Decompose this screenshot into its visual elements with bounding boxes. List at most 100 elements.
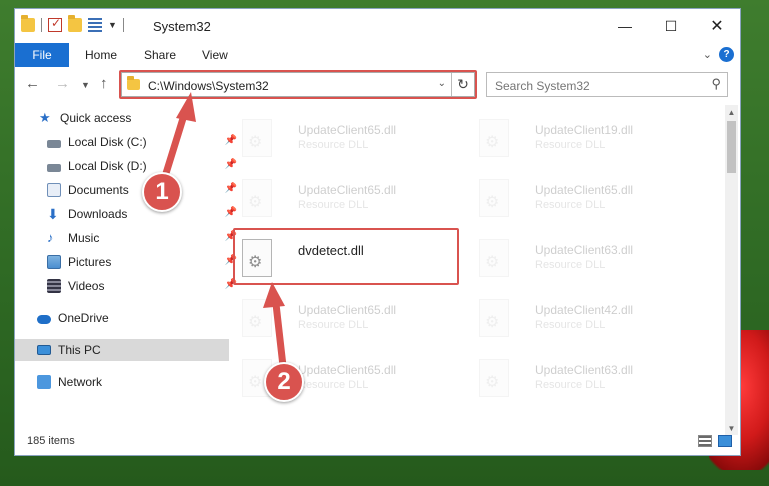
file-name: UpdateClient63.dll [535, 243, 634, 257]
file-highlight-box [233, 228, 459, 285]
dll-file-icon [242, 179, 272, 217]
file-item[interactable]: UpdateClient65.dll Resource DLL [234, 295, 454, 345]
file-type: Resource DLL [535, 259, 606, 271]
sidebar-item-label: Local Disk (C:) [68, 135, 147, 149]
sidebar-item-local-disk-c[interactable]: Local Disk (C:) 📌 [15, 131, 239, 153]
tab-file[interactable]: File [15, 43, 69, 67]
tab-share[interactable]: Share [144, 48, 176, 62]
file-name: UpdateClient65.dll [298, 363, 397, 377]
dll-file-icon [242, 299, 272, 337]
vertical-scrollbar[interactable]: ▲ ▼ [725, 105, 738, 435]
step-2-callout: 2 [264, 362, 304, 402]
sidebar-item-label: Videos [68, 279, 105, 293]
tab-view[interactable]: View [202, 48, 228, 62]
expand-ribbon-chevron-icon[interactable]: ⌄ [703, 48, 712, 61]
file-item[interactable]: UpdateClient65.dll Resource DLL [471, 175, 691, 225]
sidebar-item-label: Downloads [68, 207, 128, 221]
quick-access-toolbar: ▼ [21, 15, 124, 32]
drive-icon [47, 139, 61, 148]
dll-file-icon [479, 239, 509, 277]
sidebar-item-pictures[interactable]: Pictures 📌 [15, 251, 239, 273]
sidebar-item-local-disk-d[interactable]: Local Disk (D:) 📌 [15, 155, 239, 177]
downloads-icon: ⬇ [47, 206, 59, 222]
file-type: Resource DLL [298, 199, 369, 211]
videos-icon [47, 279, 61, 293]
ribbon-tabs: File Home Share View ⌄ ? [15, 43, 740, 67]
search-box[interactable]: ⚲ [486, 72, 728, 98]
search-input[interactable] [487, 73, 707, 98]
sidebar-item-videos[interactable]: Videos 📌 [15, 275, 239, 297]
file-item[interactable]: UpdateClient63.dll Resource DLL [471, 235, 691, 285]
sidebar-item-label: Network [58, 375, 103, 389]
file-name: UpdateClient19.dll [535, 123, 634, 137]
folder-icon [21, 15, 35, 32]
file-type: Resource DLL [298, 139, 369, 151]
search-icon[interactable]: ⚲ [711, 76, 721, 92]
file-type: Resource DLL [535, 199, 606, 211]
network-icon [37, 375, 51, 389]
file-item[interactable]: UpdateClient65.dll Resource DLL [234, 175, 454, 225]
file-type: Resource DLL [298, 319, 369, 331]
file-name: UpdateClient65.dll [298, 303, 397, 317]
properties-check-icon[interactable] [48, 16, 62, 32]
navigation-bar: ← → ▼ ↑ C:\Windows\System32 ⌄ ↻ ⚲ [15, 70, 740, 99]
file-name: UpdateClient63.dll [535, 363, 634, 377]
file-type: Resource DLL [535, 379, 606, 391]
back-arrow-icon[interactable]: ← [25, 75, 40, 92]
navigation-pane: ★ Quick access Local Disk (C:) 📌 Local D… [15, 105, 237, 435]
sidebar-item-onedrive[interactable]: OneDrive [15, 307, 229, 329]
sidebar-item-network[interactable]: Network [15, 371, 229, 393]
sidebar-item-music[interactable]: ♪ Music 📌 [15, 227, 239, 249]
customize-toolbar-chevron-icon[interactable]: ▼ [108, 20, 117, 30]
file-name: UpdateClient65.dll [298, 183, 397, 197]
dll-file-icon [479, 299, 509, 337]
file-name: UpdateClient42.dll [535, 303, 634, 317]
step-1-callout: 1 [142, 172, 182, 212]
pictures-icon [47, 255, 61, 269]
sidebar-item-label: OneDrive [58, 311, 109, 325]
sidebar-item-label: This PC [58, 343, 101, 357]
file-item[interactable]: UpdateClient19.dll Resource DLL [471, 115, 691, 165]
forward-arrow-icon[interactable]: → [55, 75, 70, 92]
recent-locations-chevron-icon[interactable]: ▼ [81, 80, 90, 90]
item-count: 185 items [27, 435, 75, 447]
sidebar-item-label: Quick access [60, 111, 132, 125]
sidebar-item-this-pc[interactable]: This PC [15, 339, 229, 361]
title-bar: ▼ System32 — ☐ ✕ [15, 9, 740, 43]
new-folder-icon[interactable] [68, 15, 82, 32]
sidebar-item-label: Pictures [68, 255, 112, 269]
scroll-up-arrow-icon[interactable]: ▲ [725, 105, 738, 119]
tab-home[interactable]: Home [85, 48, 117, 62]
file-type: Resource DLL [535, 139, 606, 151]
file-item[interactable]: UpdateClient65.dll Resource DLL [234, 115, 454, 165]
file-item[interactable]: UpdateClient42.dll Resource DLL [471, 295, 691, 345]
maximize-button[interactable]: ☐ [648, 9, 694, 43]
file-name: UpdateClient65.dll [535, 183, 634, 197]
dll-file-icon [479, 359, 509, 397]
file-type: Resource DLL [298, 379, 369, 391]
file-item[interactable]: UpdateClient63.dll Resource DLL [471, 355, 691, 405]
properties-list-icon[interactable] [88, 18, 102, 32]
drive-icon [47, 163, 61, 172]
close-button[interactable]: ✕ [694, 9, 740, 43]
status-bar: 185 items [15, 429, 740, 455]
file-name: UpdateClient65.dll [298, 123, 397, 137]
up-arrow-icon[interactable]: ↑ [100, 75, 108, 92]
sidebar-item-quick-access[interactable]: ★ Quick access [15, 107, 231, 129]
scrollbar-thumb[interactable] [727, 121, 736, 173]
sidebar-item-downloads[interactable]: ⬇ Downloads 📌 [15, 203, 239, 225]
help-icon[interactable]: ? [719, 47, 734, 62]
dll-file-icon [479, 179, 509, 217]
dll-file-icon [242, 119, 272, 157]
sidebar-item-label: Documents [68, 183, 129, 197]
file-type: Resource DLL [535, 319, 606, 331]
large-icons-view-icon[interactable] [718, 435, 732, 447]
divider [41, 18, 42, 32]
sidebar-item-label: Local Disk (D:) [68, 159, 147, 173]
onedrive-icon [37, 315, 51, 324]
window-title: System32 [153, 19, 211, 34]
minimize-button[interactable]: — [602, 9, 648, 43]
details-view-icon[interactable] [698, 435, 712, 447]
sidebar-item-documents[interactable]: Documents 📌 [15, 179, 239, 201]
star-icon: ★ [39, 110, 51, 125]
